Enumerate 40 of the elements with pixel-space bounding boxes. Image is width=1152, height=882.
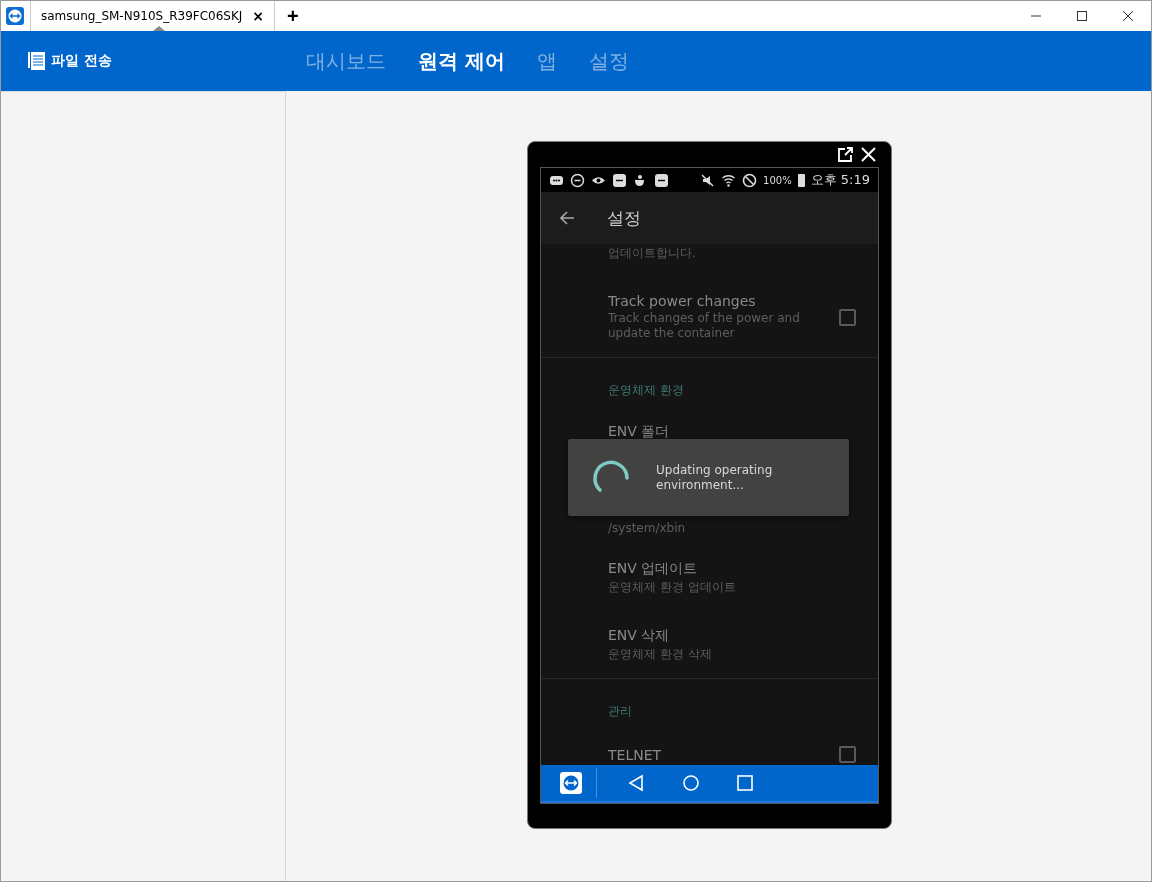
remote-icon <box>654 172 669 188</box>
remote-icon <box>612 172 627 188</box>
checkbox[interactable] <box>839 308 856 326</box>
back-icon[interactable] <box>627 774 645 792</box>
home-icon[interactable] <box>682 774 700 792</box>
setting-title: ENV 삭제 <box>608 627 671 645</box>
app-logo-icon <box>6 7 24 25</box>
setting-description: 운영체제 환경 업데이트 <box>608 580 737 595</box>
new-tab-button[interactable]: + <box>275 1 311 31</box>
close-icon[interactable] <box>1123 11 1133 21</box>
tab-close-button[interactable]: × <box>252 8 265 24</box>
document-icon <box>28 51 46 71</box>
setting-description: Track changes of the power and update the container <box>608 311 801 341</box>
wifi-icon <box>721 172 737 188</box>
setting-description: 운영체제 환경 삭제 <box>608 647 713 662</box>
setting-title: Track power changes <box>608 293 757 309</box>
blocked-icon <box>742 172 758 188</box>
nav-tab[interactable]: 원격 제어 <box>402 47 521 75</box>
mute-icon <box>700 172 716 188</box>
maximize-icon[interactable] <box>1077 11 1087 21</box>
recent-apps-icon[interactable] <box>737 775 753 791</box>
checkbox[interactable] <box>839 746 856 763</box>
screen-title: 설정 <box>607 206 641 230</box>
remote-app-icon[interactable] <box>560 772 582 794</box>
pop-out-icon[interactable] <box>837 146 854 163</box>
setting-title: TELNET <box>608 746 663 763</box>
battery-level: 100% <box>763 174 792 186</box>
back-arrow-icon[interactable] <box>559 210 575 226</box>
window-tab[interactable]: samsung_SM-N910S_R39FC06SKJ × <box>30 1 276 31</box>
setting-title: ENV 업데이트 <box>608 560 699 578</box>
clock: 오후 5:19 <box>810 171 870 189</box>
setting-description: /system/xbin <box>608 521 687 536</box>
battery-icon <box>797 173 805 187</box>
section-header: 관리 <box>608 703 632 720</box>
progress-message: Updating operating environment... <box>656 462 774 493</box>
section-header: 운영체제 환경 <box>608 382 684 399</box>
do-not-disturb-icon <box>570 172 585 188</box>
setting-description: 업데이트합니다. <box>608 246 697 261</box>
setting-title: ENV 폴더 <box>608 423 671 441</box>
file-transfer-button[interactable]: 파일 전송 <box>28 51 290 71</box>
